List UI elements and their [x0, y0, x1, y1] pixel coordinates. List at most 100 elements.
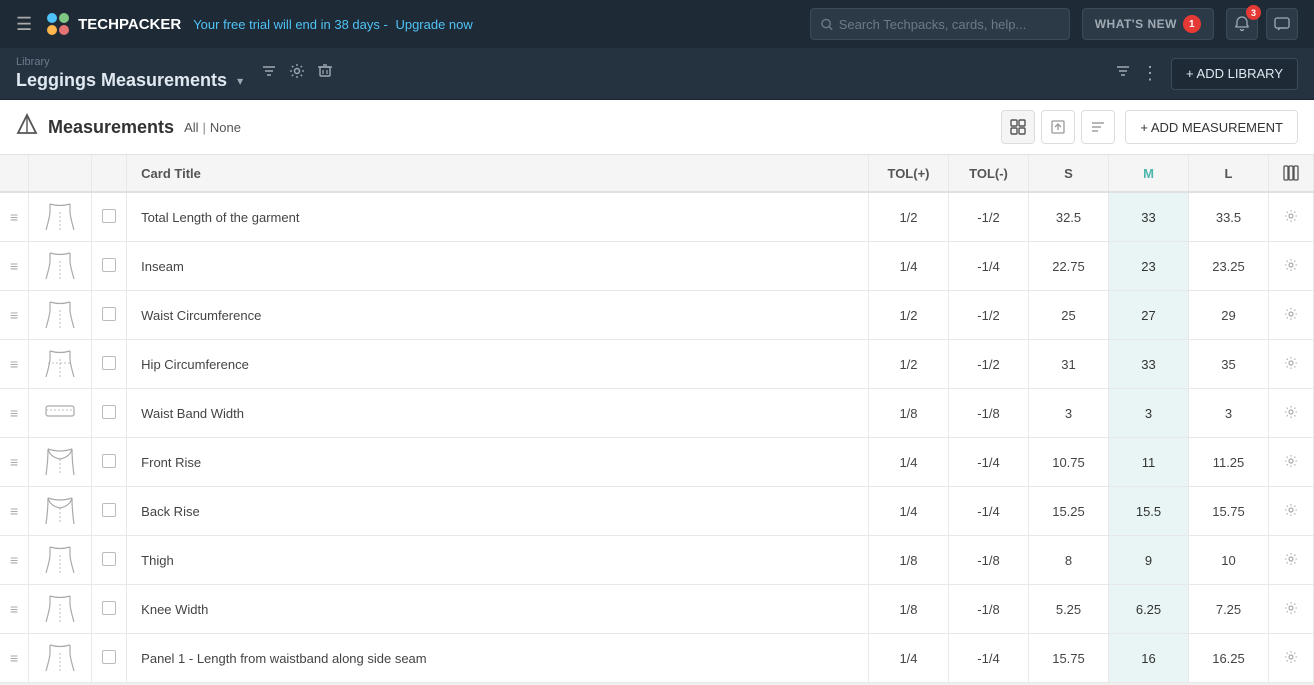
drag-handle-icon[interactable]: ≡ [10, 307, 18, 323]
sketch-cell[interactable] [29, 585, 92, 634]
sketch-thumbnail[interactable] [39, 201, 81, 233]
drag-handle-icon[interactable]: ≡ [10, 601, 18, 617]
drag-handle-icon[interactable]: ≡ [10, 650, 18, 666]
sketch-thumbnail[interactable] [39, 299, 81, 331]
row-settings-icon[interactable] [1284, 259, 1298, 275]
sketch-cell[interactable] [29, 340, 92, 389]
bell-icon [1234, 16, 1250, 32]
checkbox-cell[interactable] [92, 438, 127, 487]
tol-minus-cell: -1/2 [949, 340, 1029, 389]
table-row: ≡ Total Length of the garment 1/2 -1/2 3… [0, 192, 1314, 242]
checkbox-cell[interactable] [92, 340, 127, 389]
sketch-thumbnail[interactable] [39, 397, 81, 429]
size-s-cell: 22.75 [1029, 242, 1109, 291]
row-settings-cell[interactable] [1269, 192, 1314, 242]
checkbox-cell[interactable] [92, 585, 127, 634]
row-checkbox[interactable] [102, 454, 116, 468]
row-settings-icon[interactable] [1284, 406, 1298, 422]
search-input[interactable] [839, 17, 1059, 32]
more-options-icon[interactable]: ⋮ [1141, 63, 1161, 84]
row-checkbox[interactable] [102, 601, 116, 615]
drag-handle-icon[interactable]: ≡ [10, 454, 18, 470]
row-settings-cell[interactable] [1269, 634, 1314, 683]
row-settings-cell[interactable] [1269, 291, 1314, 340]
row-checkbox[interactable] [102, 356, 116, 370]
whats-new-button[interactable]: WHAT'S NEW 1 [1082, 8, 1214, 40]
sketch-cell[interactable] [29, 389, 92, 438]
row-settings-icon[interactable] [1284, 455, 1298, 471]
tol-plus-cell: 1/8 [869, 389, 949, 438]
row-settings-icon[interactable] [1284, 357, 1298, 373]
search-bar[interactable] [810, 8, 1070, 40]
row-checkbox[interactable] [102, 405, 116, 419]
table-row: ≡ Front Rise 1/4 -1/4 10.75 11 11.25 [0, 438, 1314, 487]
row-settings-icon[interactable] [1284, 308, 1298, 324]
row-settings-icon[interactable] [1284, 651, 1298, 667]
sort-button[interactable] [1081, 110, 1115, 144]
row-settings-cell[interactable] [1269, 487, 1314, 536]
row-checkbox[interactable] [102, 650, 116, 664]
sketch-thumbnail[interactable] [39, 348, 81, 380]
checkbox-cell[interactable] [92, 242, 127, 291]
sketch-thumbnail[interactable] [39, 593, 81, 625]
checkbox-cell[interactable] [92, 634, 127, 683]
sketch-thumbnail[interactable] [39, 544, 81, 576]
notifications-button[interactable]: 3 [1226, 8, 1258, 40]
row-settings-icon[interactable] [1284, 504, 1298, 520]
upgrade-link[interactable]: Upgrade now [395, 17, 472, 32]
sketch-cell[interactable] [29, 192, 92, 242]
drag-handle-icon[interactable]: ≡ [10, 356, 18, 372]
search-icon [821, 18, 833, 31]
row-settings-cell[interactable] [1269, 585, 1314, 634]
row-checkbox[interactable] [102, 258, 116, 272]
filter-all-link[interactable]: All [184, 120, 198, 135]
drag-handle-icon[interactable]: ≡ [10, 552, 18, 568]
tol-plus-cell: 1/2 [869, 340, 949, 389]
sketch-cell[interactable] [29, 536, 92, 585]
row-settings-icon[interactable] [1284, 210, 1298, 226]
sketch-thumbnail[interactable] [39, 250, 81, 282]
row-settings-icon[interactable] [1284, 553, 1298, 569]
drag-handle-icon[interactable]: ≡ [10, 405, 18, 421]
table-row: ≡ Waist Circumference 1/2 -1/2 25 27 29 [0, 291, 1314, 340]
hamburger-menu-icon[interactable]: ☰ [16, 14, 32, 35]
row-checkbox[interactable] [102, 552, 116, 566]
filter-none-link[interactable]: None [210, 120, 241, 135]
filter-icon[interactable] [1115, 63, 1131, 84]
add-measurement-button[interactable]: + ADD MEASUREMENT [1125, 110, 1298, 144]
grid-view-button[interactable] [1001, 110, 1035, 144]
row-checkbox[interactable] [102, 307, 116, 321]
row-settings-cell[interactable] [1269, 438, 1314, 487]
row-settings-cell[interactable] [1269, 340, 1314, 389]
settings-gear-icon[interactable] [289, 63, 305, 84]
delete-icon[interactable] [317, 63, 333, 84]
checkbox-cell[interactable] [92, 192, 127, 242]
export-button[interactable] [1041, 110, 1075, 144]
tol-minus-cell: -1/8 [949, 585, 1029, 634]
sketch-cell[interactable] [29, 242, 92, 291]
messages-button[interactable] [1266, 8, 1298, 40]
row-settings-cell[interactable] [1269, 389, 1314, 438]
filter-sort-icon[interactable] [261, 63, 277, 84]
row-checkbox[interactable] [102, 503, 116, 517]
row-settings-cell[interactable] [1269, 536, 1314, 585]
sketch-cell[interactable] [29, 634, 92, 683]
sketch-thumbnail[interactable] [39, 495, 81, 527]
drag-handle-icon[interactable]: ≡ [10, 503, 18, 519]
drag-handle-icon[interactable]: ≡ [10, 258, 18, 274]
drag-handle-icon[interactable]: ≡ [10, 209, 18, 225]
library-dropdown-icon[interactable]: ▾ [237, 74, 243, 88]
checkbox-cell[interactable] [92, 291, 127, 340]
sketch-cell[interactable] [29, 487, 92, 536]
checkbox-cell[interactable] [92, 536, 127, 585]
add-library-button[interactable]: + ADD LIBRARY [1171, 58, 1298, 90]
checkbox-cell[interactable] [92, 389, 127, 438]
row-settings-icon[interactable] [1284, 602, 1298, 618]
sketch-thumbnail[interactable] [39, 642, 81, 674]
sketch-cell[interactable] [29, 291, 92, 340]
sketch-cell[interactable] [29, 438, 92, 487]
checkbox-cell[interactable] [92, 487, 127, 536]
row-settings-cell[interactable] [1269, 242, 1314, 291]
sketch-thumbnail[interactable] [39, 446, 81, 478]
row-checkbox[interactable] [102, 209, 116, 223]
